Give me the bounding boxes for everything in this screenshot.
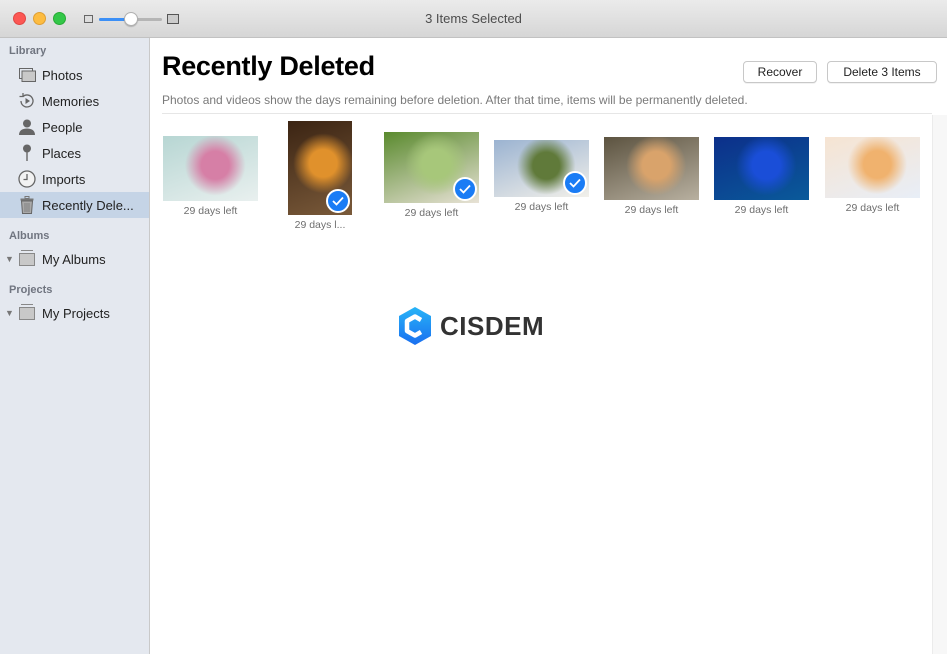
photo-image[interactable]	[825, 137, 920, 198]
photo-thumbnail[interactable]: 29 days left	[384, 132, 479, 223]
days-left-caption: 29 days left	[845, 202, 900, 214]
title-bar: 3 Items Selected	[0, 0, 947, 38]
sidebar-item-recently-deleted[interactable]: Recently Dele...	[0, 192, 149, 218]
window-title: 3 Items Selected	[425, 11, 522, 26]
places-pin-icon	[17, 144, 37, 162]
sidebar-item-imports[interactable]: Imports	[0, 166, 149, 192]
album-stack-icon	[19, 249, 35, 266]
project-stack-icon	[19, 303, 35, 320]
sidebar-item-label: My Projects	[42, 305, 110, 321]
disclosure-triangle-icon[interactable]: ▼	[5, 308, 17, 318]
days-left-caption: 29 days left	[624, 204, 679, 216]
sidebar: Library Photos Memories People Places Im…	[0, 38, 150, 654]
selected-checkmark-icon	[563, 171, 587, 195]
sidebar-item-photos[interactable]: Photos	[0, 62, 149, 88]
selected-checkmark-icon	[453, 177, 477, 201]
delete-items-button[interactable]: Delete 3 Items	[827, 61, 937, 83]
days-left-caption: 29 days left	[183, 205, 238, 217]
memories-icon	[17, 92, 37, 110]
days-left-caption: 29 days l...	[294, 219, 346, 231]
photo-image[interactable]	[163, 136, 258, 201]
photo-thumbnail[interactable]: 29 days left	[604, 137, 699, 220]
people-icon	[17, 118, 37, 136]
sidebar-item-label: Imports	[42, 171, 86, 187]
sidebar-item-my-projects[interactable]: ▼ My Projects	[0, 300, 149, 326]
photo-thumbnail[interactable]: 29 days l...	[288, 121, 352, 235]
sidebar-item-label: Photos	[42, 67, 83, 83]
sidebar-item-my-albums[interactable]: ▼ My Albums	[0, 246, 149, 272]
section-label-projects: Projects	[9, 284, 53, 296]
cisdem-logo-icon	[399, 307, 431, 345]
page-title: Recently Deleted	[162, 51, 375, 81]
disclosure-triangle-icon[interactable]: ▼	[5, 254, 17, 264]
page-subtitle: Photos and videos show the days remainin…	[162, 93, 748, 107]
sidebar-item-memories[interactable]: Memories	[0, 88, 149, 114]
sidebar-item-label: People	[42, 119, 83, 135]
cisdem-watermark: CISDEM	[397, 306, 544, 346]
photo-thumbnail[interactable]: 29 days left	[163, 136, 258, 221]
vertical-scrollbar[interactable]	[932, 115, 947, 654]
sidebar-item-label: Places	[42, 145, 82, 161]
main-content: Recently Deleted Recover Delete 3 Items …	[150, 38, 947, 654]
clock-icon	[17, 170, 37, 188]
sidebar-item-places[interactable]: Places	[0, 140, 149, 166]
recover-button[interactable]: Recover	[743, 61, 817, 83]
photo-thumbnail[interactable]: 29 days left	[714, 137, 809, 220]
watermark-text: CISDEM	[440, 310, 545, 341]
days-left-caption: 29 days left	[734, 204, 789, 216]
days-left-caption: 29 days left	[404, 207, 459, 219]
section-label-albums: Albums	[9, 230, 50, 242]
photo-thumbnail[interactable]: 29 days left	[825, 137, 920, 218]
photos-icon	[17, 66, 37, 84]
sidebar-item-label: Recently Dele...	[42, 197, 134, 213]
photo-image[interactable]	[604, 137, 699, 200]
sidebar-item-people[interactable]: People	[0, 114, 149, 140]
selected-checkmark-icon	[326, 189, 350, 213]
sidebar-item-label: My Albums	[42, 251, 106, 267]
sidebar-item-label: Memories	[42, 93, 100, 109]
section-label-library: Library	[9, 45, 47, 57]
photo-thumbnail[interactable]: 29 days left	[494, 140, 589, 217]
trash-icon	[17, 196, 37, 214]
days-left-caption: 29 days left	[514, 201, 569, 213]
photo-image[interactable]	[714, 137, 809, 200]
header-divider	[162, 113, 932, 114]
